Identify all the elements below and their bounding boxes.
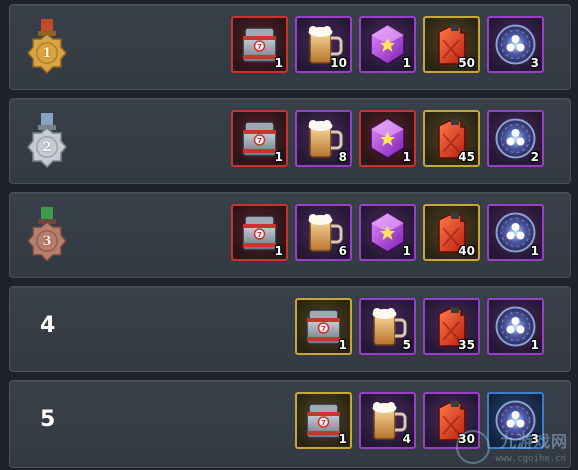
reward-quantity: 6 [338, 244, 347, 258]
reward-slot[interactable]: 6 [295, 204, 352, 261]
svg-text:7: 7 [257, 137, 262, 145]
reward-quantity: 1 [530, 338, 539, 352]
reward-row: 3 71 6 1 40 1 [9, 192, 571, 278]
reward-row: 2 71 8 1 45 2 [9, 98, 571, 184]
reward-quantity: 45 [458, 150, 475, 164]
bronze-medal-icon: 3 [24, 207, 70, 263]
watermark-title: 九游戏网 [499, 432, 568, 451]
reward-quantity: 5 [402, 338, 411, 352]
reward-quantity: 1 [530, 244, 539, 258]
reward-quantity: 1 [274, 56, 283, 70]
rank-number: 3 [42, 234, 52, 249]
reward-slot[interactable]: 71 [231, 16, 288, 73]
rank-number: 4 [40, 313, 56, 338]
reward-quantity: 1 [274, 244, 283, 258]
gold-medal-icon: 1 [24, 19, 70, 75]
svg-text:7: 7 [257, 43, 262, 51]
reward-quantity: 1 [402, 244, 411, 258]
rank-number: 1 [42, 46, 52, 61]
reward-slot[interactable]: 71 [295, 392, 352, 449]
rank-number: 2 [42, 140, 52, 155]
reward-quantity: 40 [458, 244, 475, 258]
reward-quantity: 4 [402, 432, 411, 446]
reward-slot[interactable]: 4 [359, 392, 416, 449]
svg-text:7: 7 [321, 325, 326, 333]
reward-row: 4 71 5 35 1 [9, 286, 571, 372]
reward-slot[interactable]: 35 [423, 298, 480, 355]
reward-slot[interactable]: 50 [423, 16, 480, 73]
reward-slot[interactable]: 10 [295, 16, 352, 73]
reward-quantity: 1 [338, 432, 347, 446]
reward-list: 1 71 10 1 50 3 2 7 1 8 1 45 2 3 7 1 6 1 … [0, 0, 578, 470]
reward-quantity: 1 [402, 56, 411, 70]
reward-slot[interactable]: 8 [295, 110, 352, 167]
reward-quantity: 1 [274, 150, 283, 164]
reward-quantity: 10 [330, 56, 347, 70]
reward-slot[interactable]: 1 [359, 110, 416, 167]
reward-slot[interactable]: 1 [359, 16, 416, 73]
reward-slot[interactable]: 71 [231, 204, 288, 261]
reward-quantity: 1 [402, 150, 411, 164]
reward-quantity: 8 [338, 150, 347, 164]
reward-items: 71 8 1 45 2 [231, 110, 544, 167]
reward-slot[interactable]: 5 [359, 298, 416, 355]
svg-text:7: 7 [257, 231, 262, 239]
watermark-logo-icon [456, 430, 490, 464]
reward-quantity: 2 [530, 150, 539, 164]
reward-items: 71 5 35 1 [295, 298, 544, 355]
reward-row: 1 71 10 1 50 3 [9, 4, 571, 90]
reward-quantity: 35 [458, 338, 475, 352]
reward-slot[interactable]: 71 [231, 110, 288, 167]
reward-items: 71 6 1 40 1 [231, 204, 544, 261]
rank-number: 5 [40, 407, 56, 432]
silver-medal-icon: 2 [24, 113, 70, 169]
reward-quantity: 1 [338, 338, 347, 352]
watermark-url: www.cgoihe.cn [495, 454, 566, 464]
reward-slot[interactable]: 1 [487, 204, 544, 261]
reward-slot[interactable]: 45 [423, 110, 480, 167]
reward-slot[interactable]: 71 [295, 298, 352, 355]
reward-slot[interactable]: 3 [487, 16, 544, 73]
reward-slot[interactable]: 1 [487, 298, 544, 355]
reward-slot[interactable]: 1 [359, 204, 416, 261]
reward-items: 71 10 1 50 3 [231, 16, 544, 73]
reward-quantity: 3 [530, 56, 539, 70]
watermark: 九游戏网 www.cgoihe.cn [452, 424, 572, 468]
reward-slot[interactable]: 40 [423, 204, 480, 261]
reward-quantity: 50 [458, 56, 475, 70]
svg-text:7: 7 [321, 419, 326, 427]
reward-slot[interactable]: 2 [487, 110, 544, 167]
